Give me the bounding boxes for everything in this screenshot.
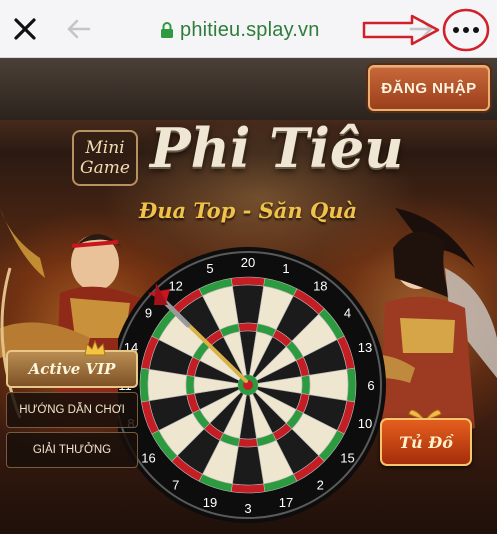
dartboard[interactable]: 2011841361015217319716811149125 [118, 245, 388, 534]
dartboard-segment [300, 374, 311, 396]
dartboard-number: 1 [282, 261, 289, 276]
url-text: phitieu.splay.vn [180, 18, 320, 41]
dartboard-segment [237, 437, 259, 448]
annotation-arrow-icon [362, 14, 440, 46]
inventory-button[interactable]: Tủ Đồ [380, 418, 472, 466]
back-arrow-icon[interactable] [66, 18, 92, 40]
dartboard-segment [185, 374, 196, 396]
active-vip-label: Active VIP [28, 360, 116, 378]
dartboard-number: 5 [206, 261, 213, 276]
guide-button[interactable]: HƯỚNG DẪN CHƠI [6, 392, 138, 428]
address-bar[interactable]: phitieu.splay.vn [160, 17, 320, 43]
dartboard-number: 9 [145, 306, 152, 321]
dartboard-number: 13 [358, 340, 372, 355]
crown-icon [84, 340, 106, 356]
side-menu: Active VIP HƯỚNG DẪN CHƠI GIẢI THƯỞNG [6, 340, 142, 468]
dartboard-segment [237, 322, 259, 333]
minigame-badge: Mini Game [72, 130, 138, 186]
active-vip-button[interactable]: Active VIP [6, 340, 138, 388]
dartboard-number: 15 [340, 450, 354, 465]
dartboard-number: 7 [172, 478, 179, 493]
game-banner: ĐĂNG NHẬP Mini Game Phi Tiêu Đua Top - S… [0, 58, 497, 534]
lock-icon [161, 22, 173, 38]
dartboard-number: 12 [168, 278, 182, 293]
dartboard-number: 3 [244, 501, 251, 516]
dartboard-number: 6 [367, 378, 374, 393]
dartboard-number: 20 [241, 255, 255, 270]
dartboard-number: 10 [358, 416, 372, 431]
prizes-button[interactable]: GIẢI THƯỞNG [6, 432, 138, 468]
browser-toolbar: phitieu.splay.vn [0, 0, 497, 58]
more-options-icon[interactable] [442, 8, 490, 52]
dartboard-number: 16 [141, 450, 155, 465]
minigame-line1: Mini [85, 138, 125, 158]
dartboard-number: 2 [317, 478, 324, 493]
dartboard-number: 18 [313, 278, 327, 293]
dartboard-number: 19 [203, 495, 217, 510]
minigame-line2: Game [80, 158, 130, 178]
dartboard-number: 4 [344, 306, 351, 321]
close-icon[interactable] [10, 14, 40, 44]
dartboard-number: 17 [279, 495, 293, 510]
login-button[interactable]: ĐĂNG NHẬP [368, 65, 490, 111]
game-title: Phi Tiêu [150, 116, 404, 180]
